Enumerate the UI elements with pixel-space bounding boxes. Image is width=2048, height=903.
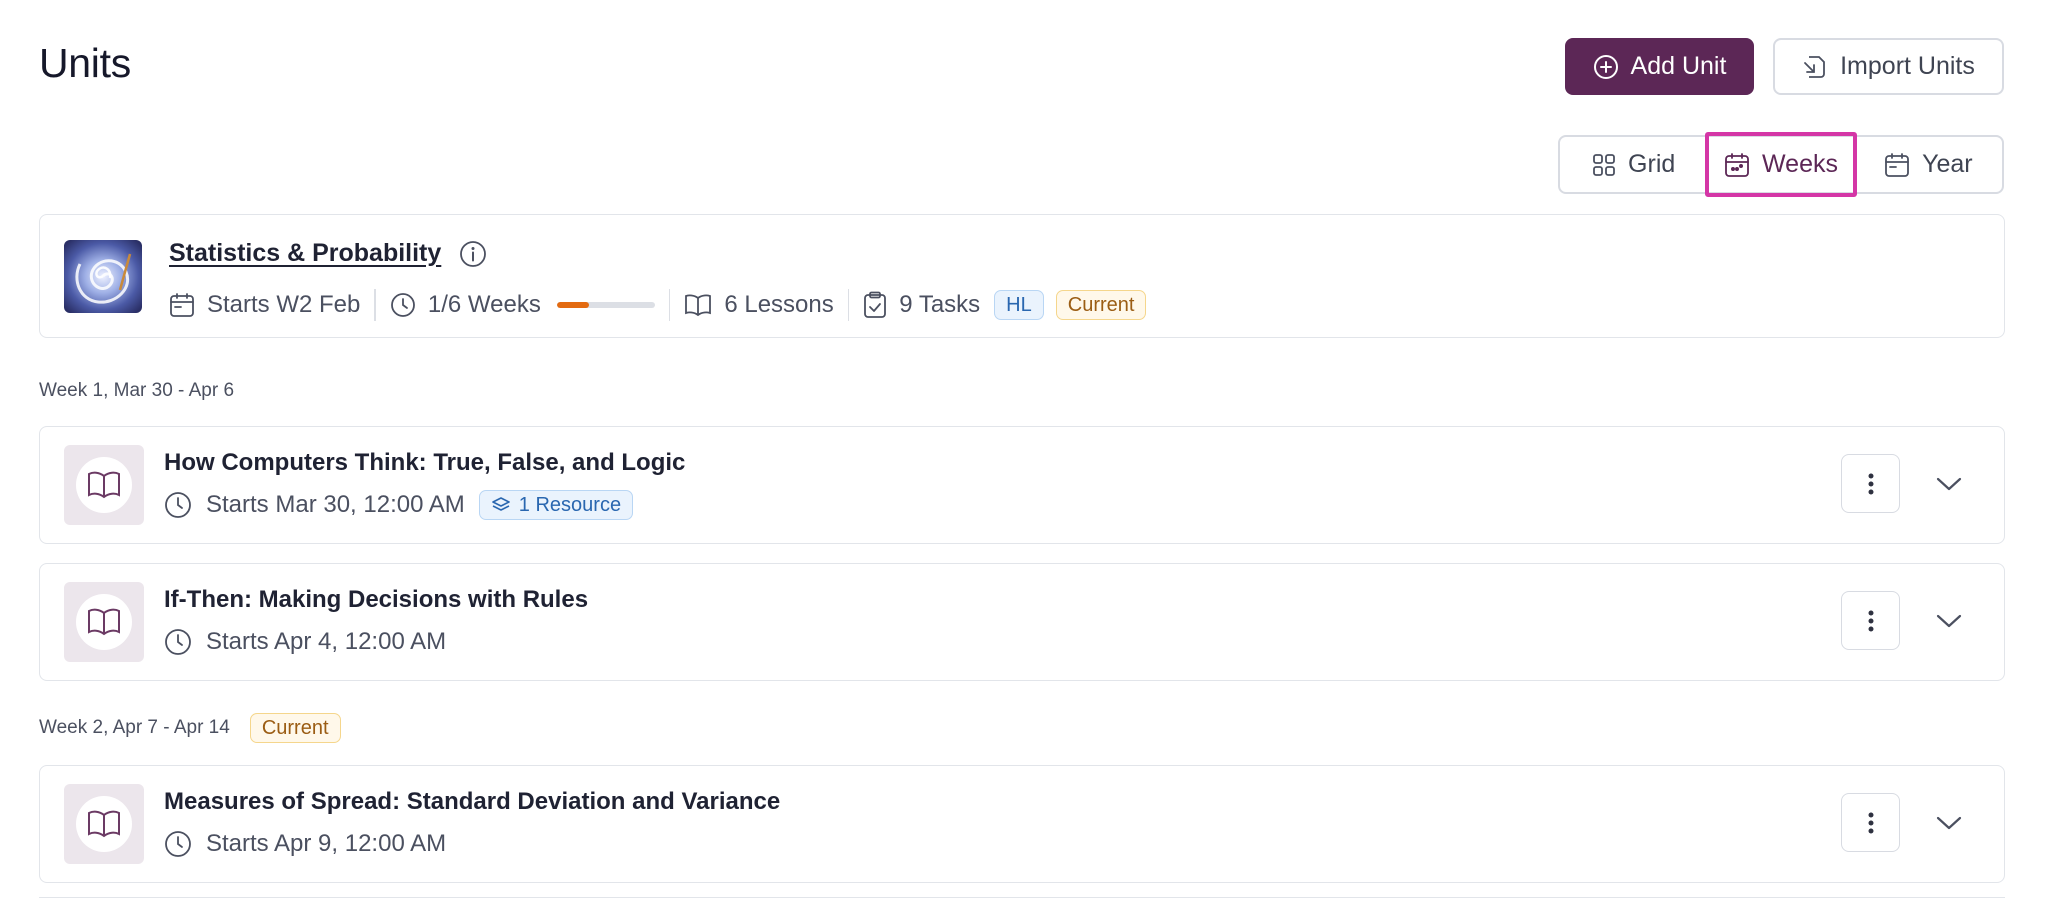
status-badge: Current: [1055, 290, 1147, 320]
clock-icon: [164, 491, 192, 519]
import-units-button[interactable]: Import Units: [1773, 38, 2004, 95]
unit-card: Statistics & Probability Starts W2 Feb 1…: [39, 214, 2005, 338]
level-badge: HL: [994, 290, 1044, 320]
unit-title-link[interactable]: Statistics & Probability: [169, 239, 441, 268]
lesson-card[interactable]: Measures of Spread: Standard Deviation a…: [39, 765, 2005, 883]
lesson-start: Starts Mar 30, 12:00 AM: [206, 491, 465, 518]
chevron-down-icon: [1936, 613, 1962, 629]
clock-icon: [164, 830, 192, 858]
progress-fill: [556, 302, 590, 308]
book-icon: [87, 470, 121, 500]
more-options-button[interactable]: [1841, 454, 1900, 513]
expand-button[interactable]: [1932, 806, 1966, 840]
more-options-button[interactable]: [1841, 793, 1900, 852]
clock-icon: [390, 292, 416, 318]
info-icon[interactable]: [459, 240, 487, 268]
expand-button[interactable]: [1932, 467, 1966, 501]
unit-thumbnail: [64, 240, 142, 313]
expand-button[interactable]: [1932, 604, 1966, 638]
grid-icon: [1592, 153, 1616, 177]
lesson-start: Starts Apr 4, 12:00 AM: [206, 628, 447, 655]
view-option-weeks[interactable]: Weeks: [1705, 132, 1857, 197]
weeks-progress-bar: [556, 302, 655, 308]
unit-weeks: 1/6 Weeks: [427, 291, 541, 318]
page-title: Units: [39, 40, 131, 86]
view-option-label: Year: [1922, 150, 1973, 178]
lesson-meta: Starts Apr 4, 12:00 AM: [164, 624, 446, 660]
lesson-title[interactable]: Measures of Spread: Standard Deviation a…: [164, 788, 780, 816]
view-option-label: Weeks: [1762, 150, 1838, 178]
plus-circle-icon: [1593, 54, 1619, 80]
calendar-weeks-icon: [1724, 152, 1750, 178]
divider: [847, 289, 850, 321]
lesson-icon: [64, 582, 144, 662]
lesson-icon: [64, 784, 144, 864]
kebab-icon: [1868, 610, 1874, 632]
lesson-start: Starts Apr 9, 12:00 AM: [206, 830, 447, 857]
book-icon: [87, 607, 121, 637]
book-icon: [684, 292, 712, 318]
add-unit-label: Add Unit: [1630, 52, 1727, 80]
kebab-icon: [1868, 812, 1874, 834]
clock-icon: [164, 628, 192, 656]
more-options-button[interactable]: [1841, 591, 1900, 650]
kebab-icon: [1868, 473, 1874, 495]
divider: [374, 289, 376, 321]
view-option-label: Grid: [1628, 150, 1676, 178]
chevron-down-icon: [1936, 476, 1962, 492]
unit-lessons: 6 Lessons: [724, 291, 834, 318]
calendar-icon: [169, 292, 195, 318]
book-icon: [87, 809, 121, 839]
lesson-icon: [64, 445, 144, 525]
status-badge: Current: [249, 713, 341, 743]
lesson-title[interactable]: If-Then: Making Decisions with Rules: [164, 586, 588, 614]
view-option-grid[interactable]: Grid: [1560, 137, 1707, 192]
unit-tasks: 9 Tasks: [899, 291, 981, 318]
unit-meta: Starts W2 Feb 1/6 Weeks 6 Lessons 9 Task…: [169, 285, 1147, 325]
view-switch: Grid Weeks Year: [1558, 132, 2004, 197]
week-label: Week 1, Mar 30 - Apr 6: [39, 380, 235, 401]
lesson-card[interactable]: If-Then: Making Decisions with Rules Sta…: [39, 563, 2005, 681]
add-unit-button[interactable]: Add Unit: [1565, 38, 1754, 95]
resource-count: 1 Resource: [518, 493, 622, 516]
clipboard-check-icon: [863, 291, 887, 319]
import-icon: [1802, 54, 1828, 80]
resource-badge[interactable]: 1 Resource: [478, 490, 634, 520]
lesson-meta: Starts Mar 30, 12:00 AM 1 Resource: [164, 487, 634, 523]
next-card-edge: [39, 897, 2005, 903]
chevron-down-icon: [1936, 815, 1962, 831]
view-option-year[interactable]: Year: [1855, 137, 2002, 192]
lesson-card[interactable]: How Computers Think: True, False, and Lo…: [39, 426, 2005, 544]
unit-start: Starts W2 Feb: [207, 291, 361, 318]
divider: [668, 289, 671, 321]
calendar-year-icon: [1884, 152, 1910, 178]
week-label: Week 2, Apr 7 - Apr 14: [39, 717, 230, 738]
lesson-title[interactable]: How Computers Think: True, False, and Lo…: [164, 449, 685, 477]
week-header: Week 1, Mar 30 - Apr 6: [39, 380, 234, 402]
layers-icon: [491, 496, 511, 514]
import-units-label: Import Units: [1840, 52, 1975, 80]
lesson-meta: Starts Apr 9, 12:00 AM: [164, 826, 446, 862]
week-header: Week 2, Apr 7 - Apr 14 Current: [39, 713, 341, 743]
